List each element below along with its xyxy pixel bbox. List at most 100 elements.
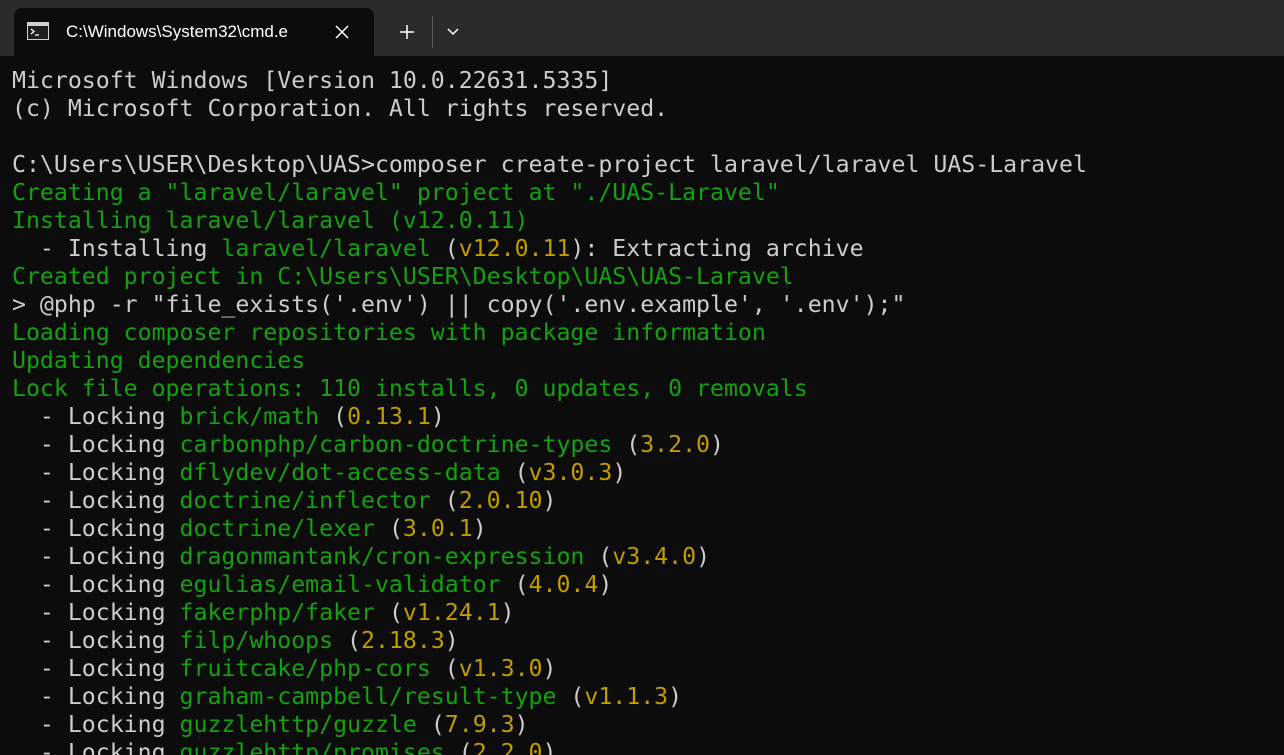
console-line: - Locking egulias/email-validator (4.0.4…: [12, 571, 1272, 599]
console-text: egulias/email-validator: [179, 571, 501, 598]
console-line: - Locking dragonmantank/cron-expression …: [12, 543, 1272, 571]
console-line: - Locking dflydev/dot-access-data (v3.0.…: [12, 459, 1272, 487]
console-text: - Locking: [12, 683, 180, 710]
console-text: (: [416, 711, 445, 738]
close-icon[interactable]: [330, 20, 354, 44]
console-text: guzzlehttp/guzzle: [179, 711, 417, 738]
console-text: (: [430, 487, 459, 514]
console-text: 3.0.1: [402, 515, 473, 542]
console-text: 2.2.0: [472, 739, 543, 755]
new-tab-button[interactable]: [390, 16, 424, 48]
console-text: - Locking: [12, 627, 180, 654]
console-text: - Installing: [12, 235, 222, 262]
console-line: > @php -r "file_exists('.env') || copy('…: [12, 291, 1272, 319]
console-text: - Locking: [12, 515, 180, 542]
console-text: ): [542, 739, 557, 755]
console-text: ): [668, 683, 683, 710]
console-text: Lock file operations: 110 installs, 0 up…: [12, 375, 808, 402]
console-text: Creating a "laravel/laravel" project at …: [12, 179, 780, 206]
console-line: Updating dependencies: [12, 347, 1272, 375]
console-text: - Locking: [12, 571, 180, 598]
console-text: v12.0.11: [458, 235, 571, 262]
console-text: > @php -r "file_exists('.env') || copy('…: [12, 291, 906, 318]
console-line: - Locking fruitcake/php-cors (v1.3.0): [12, 655, 1272, 683]
console-text: (: [430, 235, 459, 262]
console-text: Created project in C:\Users\USER\Desktop…: [12, 263, 794, 290]
console-text: graham-campbell/result-type: [179, 683, 557, 710]
console-line: - Locking graham-campbell/result-type (v…: [12, 683, 1272, 711]
console-line: Created project in C:\Users\USER\Desktop…: [12, 263, 1272, 291]
console-text: dflydev/dot-access-data: [179, 459, 501, 486]
console-text: - Locking: [12, 655, 180, 682]
console-text: (: [333, 627, 362, 654]
console-text: ): [500, 599, 515, 626]
console-text: 4.0.4: [528, 571, 599, 598]
console-text: ): [696, 543, 711, 570]
console-text: ): [710, 431, 724, 458]
console-text: ): [514, 711, 529, 738]
console-text: 0.13.1: [347, 403, 431, 430]
console-line: Installing laravel/laravel (v12.0.11): [12, 207, 1272, 235]
console-text: dragonmantank/cron-expression: [179, 543, 585, 570]
console-text: laravel/laravel: [221, 235, 431, 262]
console-text: - Locking: [12, 459, 180, 486]
console-text: - Locking: [12, 739, 180, 755]
console-text: ): [542, 487, 557, 514]
console-text: ): [430, 403, 445, 430]
plus-icon: [400, 25, 414, 39]
console-text: 2.18.3: [361, 627, 445, 654]
console-text: Updating dependencies: [12, 347, 306, 374]
console-text: Installing laravel/laravel (v12.0.11): [12, 207, 529, 234]
console-line: (c) Microsoft Corporation. All rights re…: [12, 95, 1272, 123]
console-text: v3.0.3: [528, 459, 613, 486]
console-text: - Locking: [12, 543, 180, 570]
console-text: (: [584, 543, 613, 570]
console-text: C:\Users\USER\Desktop\UAS>composer creat…: [12, 151, 1087, 178]
console-text: (: [500, 571, 529, 598]
console-output[interactable]: Microsoft Windows [Version 10.0.22631.53…: [12, 67, 1272, 755]
console-line: - Locking fakerphp/faker (v1.24.1): [12, 599, 1272, 627]
console-line: Microsoft Windows [Version 10.0.22631.53…: [12, 67, 1272, 95]
console-text: guzzlehttp/promises: [179, 739, 445, 755]
console-text: doctrine/lexer: [179, 515, 375, 542]
console-text: (: [374, 515, 403, 542]
console-line: Creating a "laravel/laravel" project at …: [12, 179, 1272, 207]
console-text: 2.0.10: [458, 487, 543, 514]
console-text: ): [472, 515, 487, 542]
console-text: v1.24.1: [402, 599, 501, 626]
tab-dropdown-button[interactable]: [440, 16, 466, 48]
console-text: 7.9.3: [444, 711, 515, 738]
console-line: - Locking brick/math (0.13.1): [12, 403, 1272, 431]
console-text: - Locking: [12, 711, 180, 738]
console-text: doctrine/inflector: [179, 487, 431, 514]
console-text: ): [444, 627, 459, 654]
console-text: ): Extracting archive: [570, 235, 864, 262]
console-line: - Locking doctrine/inflector (2.0.10): [12, 487, 1272, 515]
console-line: - Locking guzzlehttp/guzzle (7.9.3): [12, 711, 1272, 739]
console-text: (: [556, 683, 585, 710]
console-text: brick/math: [179, 403, 320, 430]
console-text: 3.2.0: [640, 431, 711, 458]
console-text: (c) Microsoft Corporation. All rights re…: [12, 95, 669, 122]
console-text: - Locking: [12, 403, 180, 430]
console-text: carbonphp/carbon-doctrine-types: [179, 431, 613, 458]
title-bar[interactable]: C:\Windows\System32\cmd.e: [0, 0, 1284, 56]
console-text: fakerphp/faker: [179, 599, 375, 626]
console-text: v1.3.0: [458, 655, 543, 682]
tab-cmd[interactable]: C:\Windows\System32\cmd.e: [14, 8, 374, 56]
console-text: ): [598, 571, 613, 598]
console-text: - Locking: [12, 431, 180, 458]
console-line: - Installing laravel/laravel (v12.0.11):…: [12, 235, 1272, 263]
console-text: - Locking: [12, 487, 180, 514]
console-text: (: [444, 739, 473, 755]
console-line: - Locking filp/whoops (2.18.3): [12, 627, 1272, 655]
tab-title: C:\Windows\System32\cmd.e: [66, 22, 289, 41]
console-text: (: [319, 403, 348, 430]
console-text: (: [374, 599, 403, 626]
chevron-down-icon: [447, 28, 459, 36]
console-text: Loading composer repositories with packa…: [12, 319, 766, 346]
console-line: - Locking doctrine/lexer (3.0.1): [12, 515, 1272, 543]
console-line: - Locking carbonphp/carbon-doctrine-type…: [12, 431, 1272, 459]
tab-divider: [432, 16, 433, 48]
